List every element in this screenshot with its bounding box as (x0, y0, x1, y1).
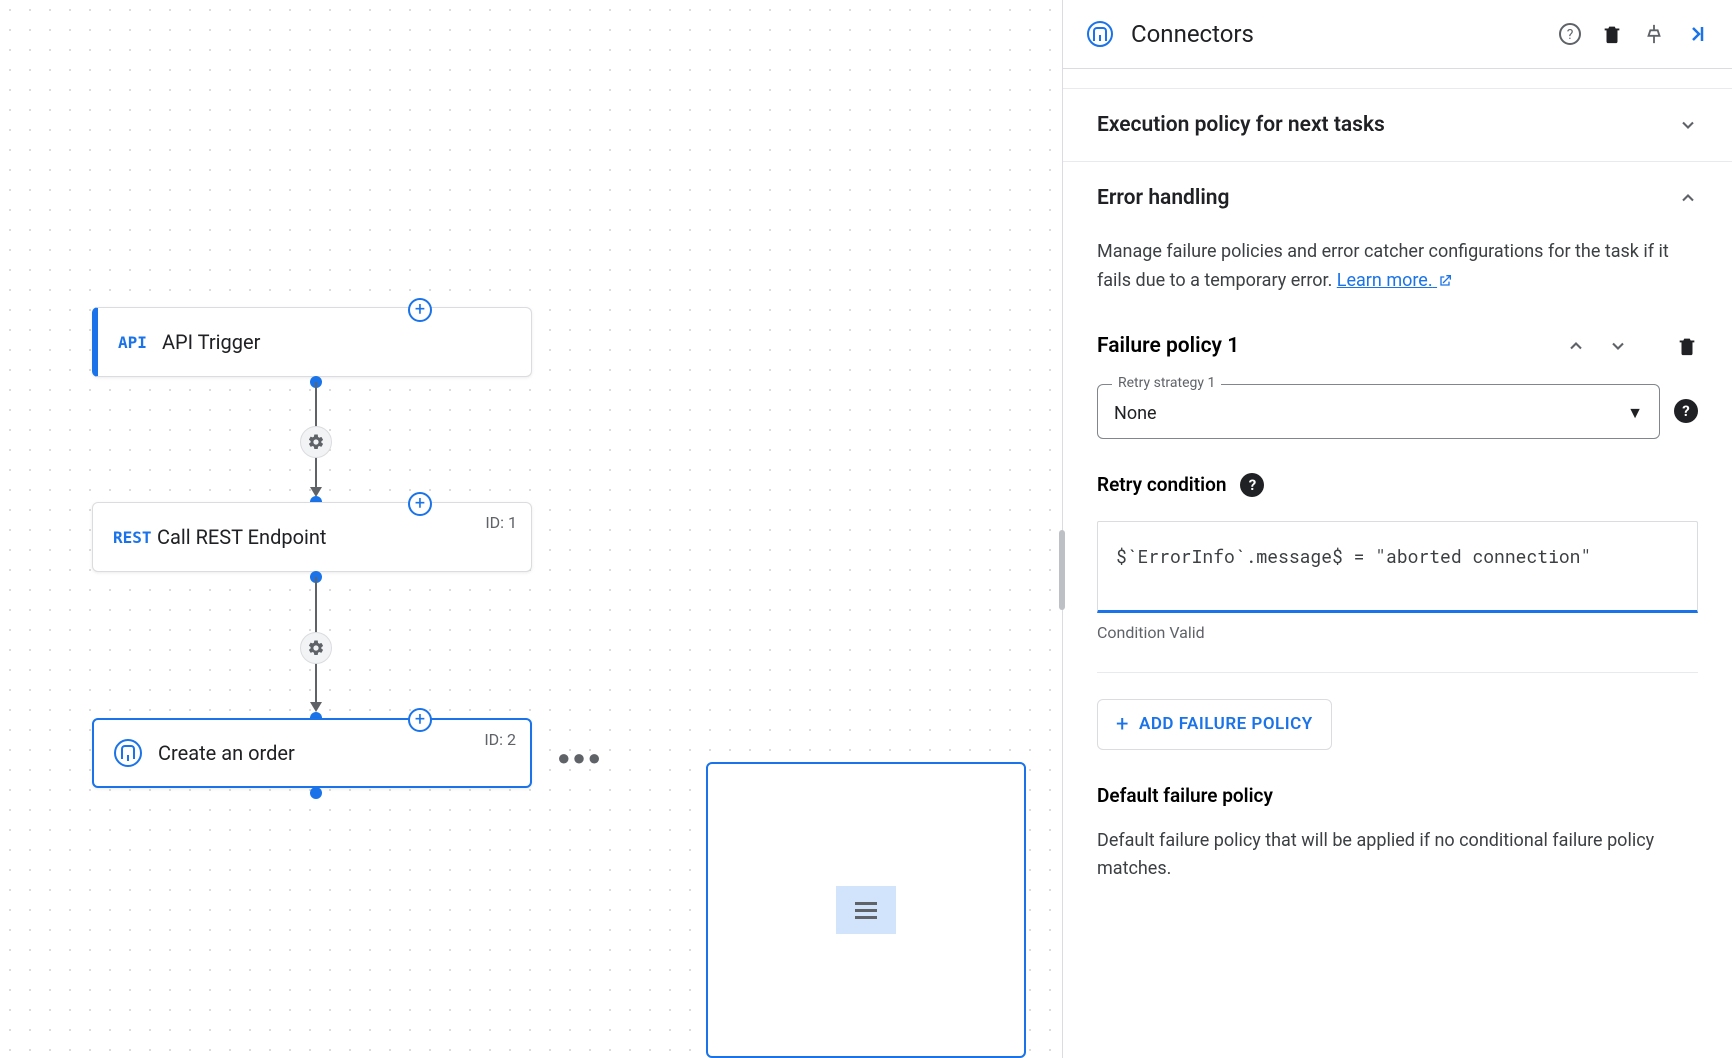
chevron-up-icon (1678, 188, 1698, 208)
section-execution-policy[interactable]: Execution policy for next tasks (1063, 89, 1732, 162)
connector-arrow (310, 702, 322, 712)
side-panel: Connectors ? Execution policy for next t… (1062, 0, 1732, 1058)
field-label: Retry strategy 1 (1112, 375, 1221, 391)
failure-policy-title: Failure policy 1 (1097, 334, 1548, 358)
section-title: Error handling (1097, 186, 1229, 210)
hamburger-icon (855, 902, 877, 919)
default-policy-description: Default failure policy that will be appl… (1097, 827, 1698, 885)
add-node-button[interactable]: + (408, 708, 432, 732)
svg-text:?: ? (1567, 27, 1574, 43)
chevron-up-icon (1566, 336, 1586, 356)
connector-icon (114, 739, 142, 767)
gear-icon (307, 433, 325, 451)
section-error-handling[interactable]: Error handling (1063, 162, 1732, 234)
retry-condition-label: Retry condition ? (1097, 473, 1698, 497)
delete-button[interactable] (1600, 22, 1624, 46)
api-icon: API (118, 333, 147, 352)
pin-button[interactable] (1642, 22, 1666, 46)
minimap-panel[interactable] (706, 762, 1026, 1058)
rest-icon: REST (113, 528, 152, 547)
node-label: Call REST Endpoint (157, 525, 326, 549)
learn-more-link[interactable]: Learn more. (1337, 270, 1453, 291)
plus-icon: + (1116, 712, 1129, 737)
collapse-icon (1684, 22, 1708, 46)
section-title: Execution policy for next tasks (1097, 113, 1385, 137)
field-help-button[interactable]: ? (1674, 399, 1698, 423)
connector-icon (1087, 21, 1113, 47)
workflow-canvas[interactable]: API API Trigger + REST Call REST Endpoin… (0, 0, 1062, 1058)
node-label: Create an order (158, 741, 295, 765)
edge-settings-button[interactable] (300, 632, 332, 664)
node-rest-endpoint[interactable]: REST Call REST Endpoint ID: 1 (92, 502, 532, 572)
panel-body: Execution policy for next tasks Error ha… (1063, 69, 1732, 1058)
divider (1097, 672, 1698, 673)
trash-icon (1601, 23, 1623, 45)
edge-settings-button[interactable] (300, 426, 332, 458)
dropdown-arrow-icon: ▼ (1627, 403, 1643, 423)
node-create-order[interactable]: Create an order ID: 2 (92, 718, 532, 788)
move-up-button[interactable] (1562, 332, 1590, 360)
collapse-panel-button[interactable] (1684, 22, 1708, 46)
field-value: None (1114, 403, 1627, 424)
gear-icon (307, 639, 325, 657)
panel-title: Connectors (1131, 20, 1540, 48)
retry-condition-input[interactable]: $`ErrorInfo`.message$ = "aborted connect… (1097, 521, 1698, 613)
help-icon: ? (1558, 22, 1582, 46)
section-description: Manage failure policies and error catche… (1097, 238, 1698, 296)
add-failure-policy-button[interactable]: + ADD FAILURE POLICY (1097, 699, 1332, 750)
node-more-menu[interactable]: ●●● (558, 736, 602, 780)
scroll-handle[interactable] (1059, 530, 1065, 610)
chevron-down-icon (1608, 336, 1628, 356)
retry-strategy-select[interactable]: Retry strategy 1 None ▼ (1097, 384, 1660, 439)
chevron-down-icon (1678, 115, 1698, 135)
node-id: ID: 1 (485, 513, 517, 532)
node-api-trigger[interactable]: API API Trigger (92, 307, 532, 377)
default-policy-title: Default failure policy (1097, 784, 1698, 807)
delete-policy-button[interactable] (1676, 335, 1698, 357)
condition-status: Condition Valid (1097, 623, 1698, 642)
node-id: ID: 2 (484, 730, 516, 749)
failure-policy-block: Failure policy 1 Retry strategy 1 None ▼… (1097, 332, 1698, 885)
help-button[interactable]: ? (1558, 22, 1582, 46)
drag-handle[interactable] (836, 886, 896, 934)
error-handling-content: Manage failure policies and error catche… (1063, 238, 1732, 884)
external-link-icon (1437, 273, 1453, 289)
trash-icon (1676, 335, 1698, 357)
add-node-button[interactable]: + (408, 492, 432, 516)
pin-icon (1643, 23, 1665, 45)
connector-dot (310, 787, 322, 799)
panel-header: Connectors ? (1063, 0, 1732, 69)
add-node-button[interactable]: + (408, 298, 432, 322)
field-help-button[interactable]: ? (1240, 473, 1264, 497)
node-label: API Trigger (162, 330, 260, 354)
move-down-button[interactable] (1604, 332, 1632, 360)
